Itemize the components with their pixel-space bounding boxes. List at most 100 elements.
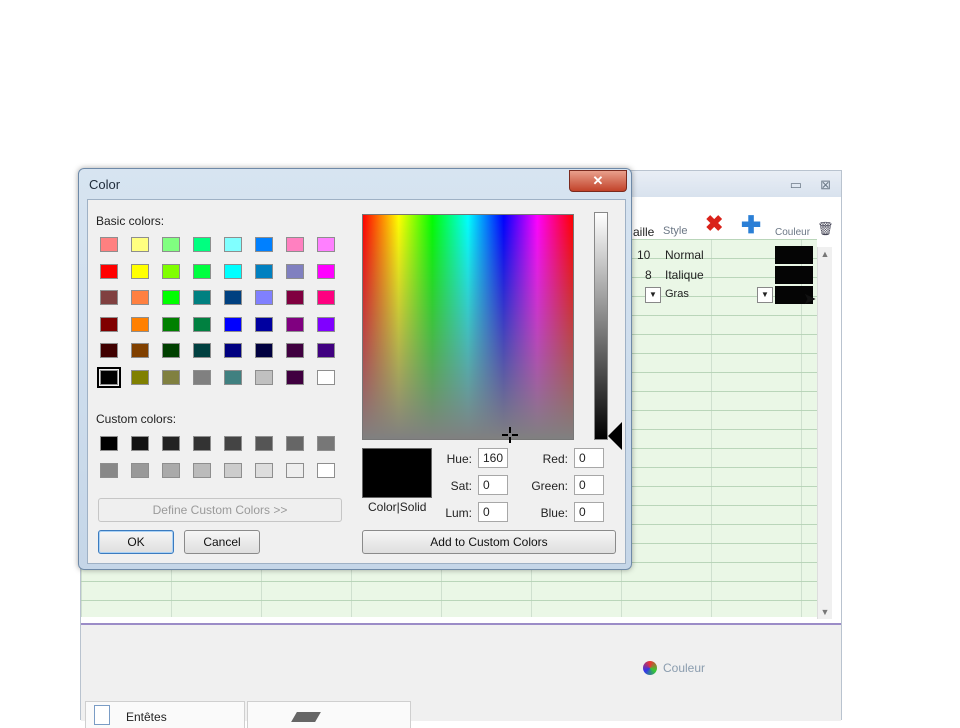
basic-color-swatch[interactable] [100, 343, 118, 358]
basic-color-swatch[interactable] [224, 316, 242, 332]
row3-style[interactable]: Gras [665, 288, 689, 300]
basic-color-swatch[interactable] [162, 369, 180, 385]
basic-color-swatch[interactable] [162, 263, 180, 279]
couleur-button-label: Couleur [663, 661, 706, 675]
basic-color-swatch[interactable] [131, 369, 149, 385]
basic-color-swatch[interactable] [100, 237, 118, 252]
document-icon [94, 705, 110, 725]
red-field[interactable]: 0 [574, 448, 604, 468]
basic-color-swatch[interactable] [286, 316, 304, 332]
custom-color-swatch[interactable] [286, 462, 304, 478]
blue-field[interactable]: 0 [574, 502, 604, 522]
basic-color-swatch[interactable] [286, 263, 304, 279]
lum-field[interactable]: 0 [478, 502, 508, 522]
style-dropdown-arrow[interactable]: ▼ [757, 287, 773, 303]
basic-color-swatch[interactable] [193, 343, 211, 358]
basic-color-swatch[interactable] [224, 290, 242, 305]
define-custom-colors-button[interactable]: Define Custom Colors >> [98, 498, 342, 522]
ok-button[interactable]: OK [98, 530, 174, 554]
custom-color-swatch[interactable] [224, 436, 242, 451]
custom-color-swatch[interactable] [193, 462, 211, 478]
size-dropdown-arrow[interactable]: ▼ [645, 287, 661, 303]
basic-color-swatch[interactable] [286, 237, 304, 252]
custom-color-swatch[interactable] [193, 436, 211, 451]
trash-icon[interactable]: 🗑 [817, 221, 834, 237]
close-icon[interactable]: ⊠ [820, 177, 831, 193]
row2-style[interactable]: Italique [665, 268, 704, 282]
custom-color-swatch[interactable] [100, 436, 118, 451]
basic-color-swatch[interactable] [97, 366, 121, 388]
basic-color-swatch[interactable] [193, 263, 211, 279]
basic-color-swatch[interactable] [100, 290, 118, 305]
basic-color-swatch[interactable] [131, 263, 149, 279]
color-spectrum[interactable] [362, 214, 574, 443]
basic-color-swatch[interactable] [100, 263, 118, 279]
dialog-close-button[interactable]: ✕ [569, 170, 627, 192]
basic-color-swatch[interactable] [317, 263, 335, 279]
custom-color-swatch[interactable] [255, 462, 273, 478]
basic-color-swatch[interactable] [224, 369, 242, 385]
header-taille: aille [633, 225, 655, 239]
basic-color-swatch[interactable] [224, 237, 242, 252]
scroll-up-icon[interactable]: ▲ [818, 247, 832, 261]
luminosity-bar[interactable] [594, 212, 608, 440]
basic-color-swatch[interactable] [100, 316, 118, 332]
basic-color-swatch[interactable] [131, 343, 149, 358]
custom-color-swatch[interactable] [131, 462, 149, 478]
custom-color-swatch[interactable] [131, 436, 149, 451]
basic-color-swatch[interactable] [317, 343, 335, 358]
basic-color-swatch[interactable] [286, 343, 304, 358]
luminosity-slider-arrow-icon[interactable] [608, 422, 622, 450]
minimize-icon[interactable]: ▭ [790, 177, 802, 193]
cancel-button[interactable]: Cancel [184, 530, 260, 554]
tab-second[interactable] [247, 701, 411, 728]
basic-color-swatch[interactable] [255, 237, 273, 252]
basic-color-swatch[interactable] [131, 237, 149, 252]
custom-color-swatch[interactable] [255, 436, 273, 451]
basic-color-swatch[interactable] [317, 237, 335, 252]
basic-color-swatch[interactable] [162, 343, 180, 358]
delete-icon[interactable]: ✖ [705, 211, 723, 237]
tab-entetes[interactable]: Entêtes [85, 701, 245, 728]
basic-color-swatch[interactable] [193, 369, 211, 385]
basic-color-swatch[interactable] [193, 290, 211, 305]
row1-style[interactable]: Normal [665, 248, 704, 262]
basic-color-swatch[interactable] [193, 316, 211, 332]
row1-color-cell[interactable] [775, 246, 813, 264]
basic-color-swatch[interactable] [162, 290, 180, 305]
scroll-down-icon[interactable]: ▼ [818, 605, 832, 619]
basic-color-swatch[interactable] [286, 290, 304, 305]
basic-color-swatch[interactable] [162, 237, 180, 252]
add-to-custom-colors-button[interactable]: Add to Custom Colors [362, 530, 616, 554]
basic-color-swatch[interactable] [162, 316, 180, 332]
custom-color-swatch[interactable] [162, 436, 180, 451]
basic-color-swatch[interactable] [286, 369, 304, 385]
basic-color-swatch[interactable] [317, 369, 335, 385]
green-field[interactable]: 0 [574, 475, 604, 495]
sat-field[interactable]: 0 [478, 475, 508, 495]
basic-color-swatch[interactable] [131, 316, 149, 332]
basic-color-swatch[interactable] [224, 263, 242, 279]
basic-color-swatch[interactable] [255, 263, 273, 279]
custom-color-swatch[interactable] [317, 462, 335, 478]
basic-color-swatch[interactable] [255, 343, 273, 358]
row2-color-cell[interactable] [775, 266, 813, 284]
color-solid-label[interactable]: Color|Solid [368, 500, 426, 514]
basic-color-swatch[interactable] [193, 237, 211, 252]
couleur-button[interactable]: Couleur [643, 661, 705, 675]
hue-field[interactable]: 160 [478, 448, 508, 468]
custom-color-swatch[interactable] [224, 462, 242, 478]
basic-color-swatch[interactable] [255, 369, 273, 385]
basic-color-swatch[interactable] [255, 290, 273, 305]
grid-scrollbar[interactable]: ▲ ▼ [817, 247, 832, 619]
basic-color-swatch[interactable] [317, 316, 335, 332]
basic-color-swatch[interactable] [317, 290, 335, 305]
custom-color-swatch[interactable] [100, 462, 118, 478]
custom-color-swatch[interactable] [162, 462, 180, 478]
custom-color-swatch[interactable] [286, 436, 304, 451]
custom-color-swatch[interactable] [317, 436, 335, 451]
basic-color-swatch[interactable] [224, 343, 242, 358]
add-icon[interactable]: ✚ [741, 211, 761, 240]
basic-color-swatch[interactable] [131, 290, 149, 305]
basic-color-swatch[interactable] [255, 316, 273, 332]
